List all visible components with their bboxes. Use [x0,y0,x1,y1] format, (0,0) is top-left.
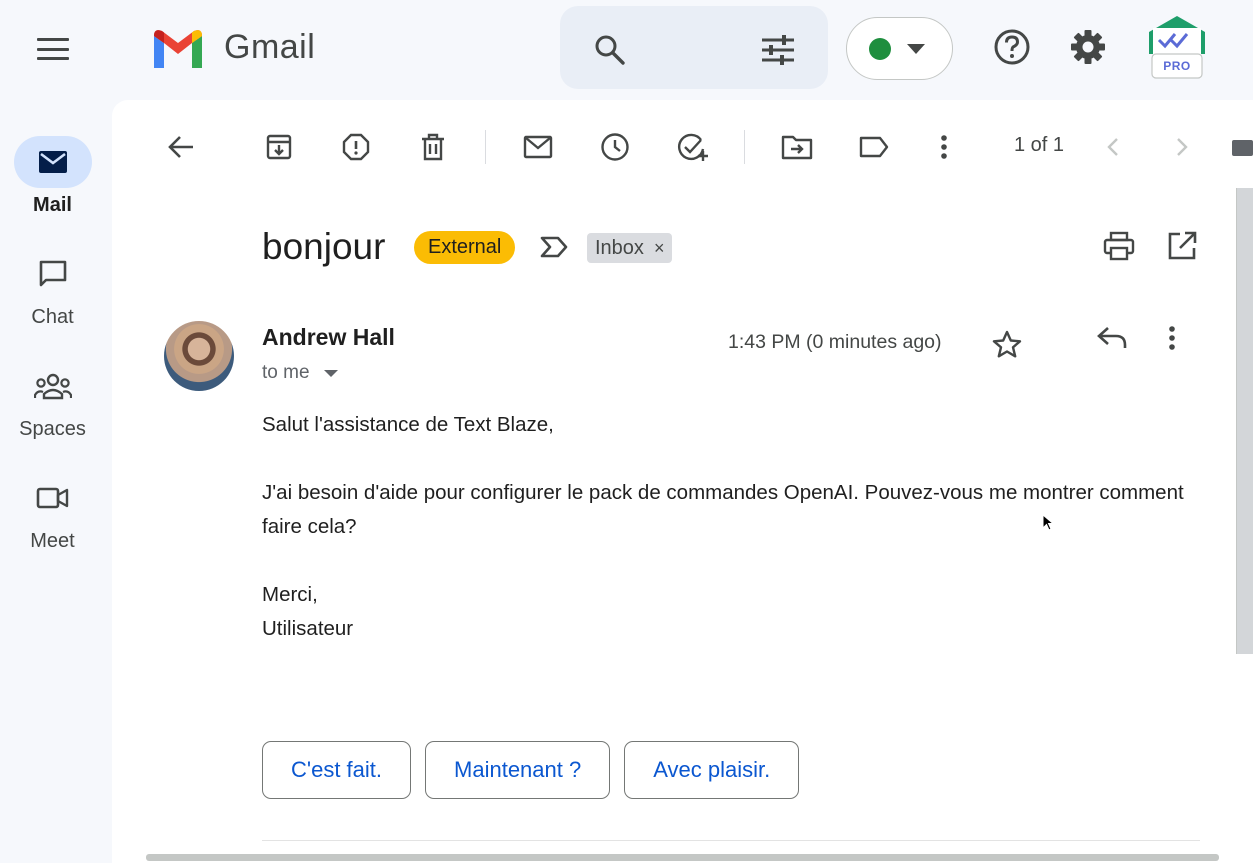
status-active-dot [869,38,891,60]
body-line: Utilisateur [262,617,354,640]
smart-replies: C'est fait. Maintenant ? Avec plaisir. [262,741,800,799]
reply-arrow-icon[interactable] [1096,325,1128,356]
smart-reply-button[interactable]: Avec plaisir. [624,741,800,799]
recipient-details[interactable]: to me [262,362,338,384]
open-in-new-window-icon[interactable] [1166,230,1198,267]
chevron-down-icon [907,44,925,54]
mail-icon [13,136,92,188]
inbox-label-chip: Inbox × [587,233,673,263]
keyboard-icon[interactable] [1232,140,1253,156]
newer-chevron-left-icon[interactable] [1093,127,1133,167]
text-blaze-pro-extension[interactable]: PRO [1147,16,1207,80]
move-to-folder-icon[interactable] [777,127,817,167]
content-divider [262,840,1200,841]
importance-marker-icon[interactable] [540,236,568,263]
remove-label-close-icon[interactable]: × [654,233,665,263]
nav-label-meet: Meet [30,530,75,552]
delete-trash-icon[interactable] [413,127,453,167]
report-spam-icon[interactable] [336,127,376,167]
main-menu-icon[interactable] [35,36,71,62]
nav-item-meet[interactable]: Meet [0,472,105,553]
nav-label-mail: Mail [33,194,72,216]
status-selector[interactable] [846,17,953,80]
search-options-icon[interactable] [760,34,796,71]
sender-name[interactable]: Andrew Hall [262,324,395,351]
show-details-chevron-down-icon[interactable] [323,369,338,377]
back-arrow-icon[interactable] [161,127,201,167]
nav-label-chat: Chat [31,306,74,328]
smart-reply-button[interactable]: Maintenant ? [425,741,611,799]
gmail-wordmark: Gmail [224,27,316,66]
gmail-logo[interactable]: Gmail [150,26,315,68]
settings-gear-icon[interactable] [1068,27,1108,67]
inbox-chip-label: Inbox [595,237,644,259]
spaces-icon [14,360,92,412]
help-icon[interactable] [992,27,1032,67]
message-more-options-icon[interactable] [1168,325,1176,356]
snooze-clock-icon[interactable] [595,127,635,167]
recipient-label: to me [262,362,310,383]
archive-icon[interactable] [259,127,299,167]
search-icon[interactable] [593,33,627,72]
horizontal-scrollbar[interactable] [146,854,1219,861]
pagination-label: 1 of 1 [1014,134,1065,156]
body-line: Salut l'assistance de Text Blaze, [262,413,554,436]
meet-icon [14,472,92,524]
nav-item-mail[interactable]: Mail [0,136,105,217]
sender-avatar[interactable] [164,321,234,391]
star-icon[interactable] [992,330,1022,363]
toolbar-divider [744,130,745,164]
mark-unread-mail-icon[interactable] [518,127,558,167]
older-chevron-right-icon[interactable] [1162,127,1202,167]
email-subject: bonjour [262,226,386,267]
more-options-icon[interactable] [924,127,964,167]
print-icon[interactable] [1102,230,1136,267]
toolbar-divider [485,130,486,164]
message-timestamp: 1:43 PM (0 minutes ago) [728,331,942,353]
smart-reply-button[interactable]: C'est fait. [262,741,412,799]
external-badge: External [414,231,516,264]
nav-label-spaces: Spaces [19,418,86,440]
gmail-m-icon [154,30,202,68]
label-tag-icon[interactable] [854,127,894,167]
search-bar[interactable] [560,6,828,89]
vertical-scrollbar[interactable] [1236,188,1253,654]
chat-icon [14,248,92,300]
nav-rail: Mail Chat Spaces Meet [0,0,112,863]
nav-item-chat[interactable]: Chat [0,248,105,329]
add-to-tasks-icon[interactable] [673,127,713,167]
pro-badge-label: PRO [1163,59,1191,73]
gmail-app: Mail Chat Spaces Meet Gmail PRO 1 of 1 b… [0,0,1253,863]
body-line: Merci, [262,583,318,606]
nav-item-spaces[interactable]: Spaces [0,360,105,441]
mouse-pointer-icon [1042,513,1055,537]
